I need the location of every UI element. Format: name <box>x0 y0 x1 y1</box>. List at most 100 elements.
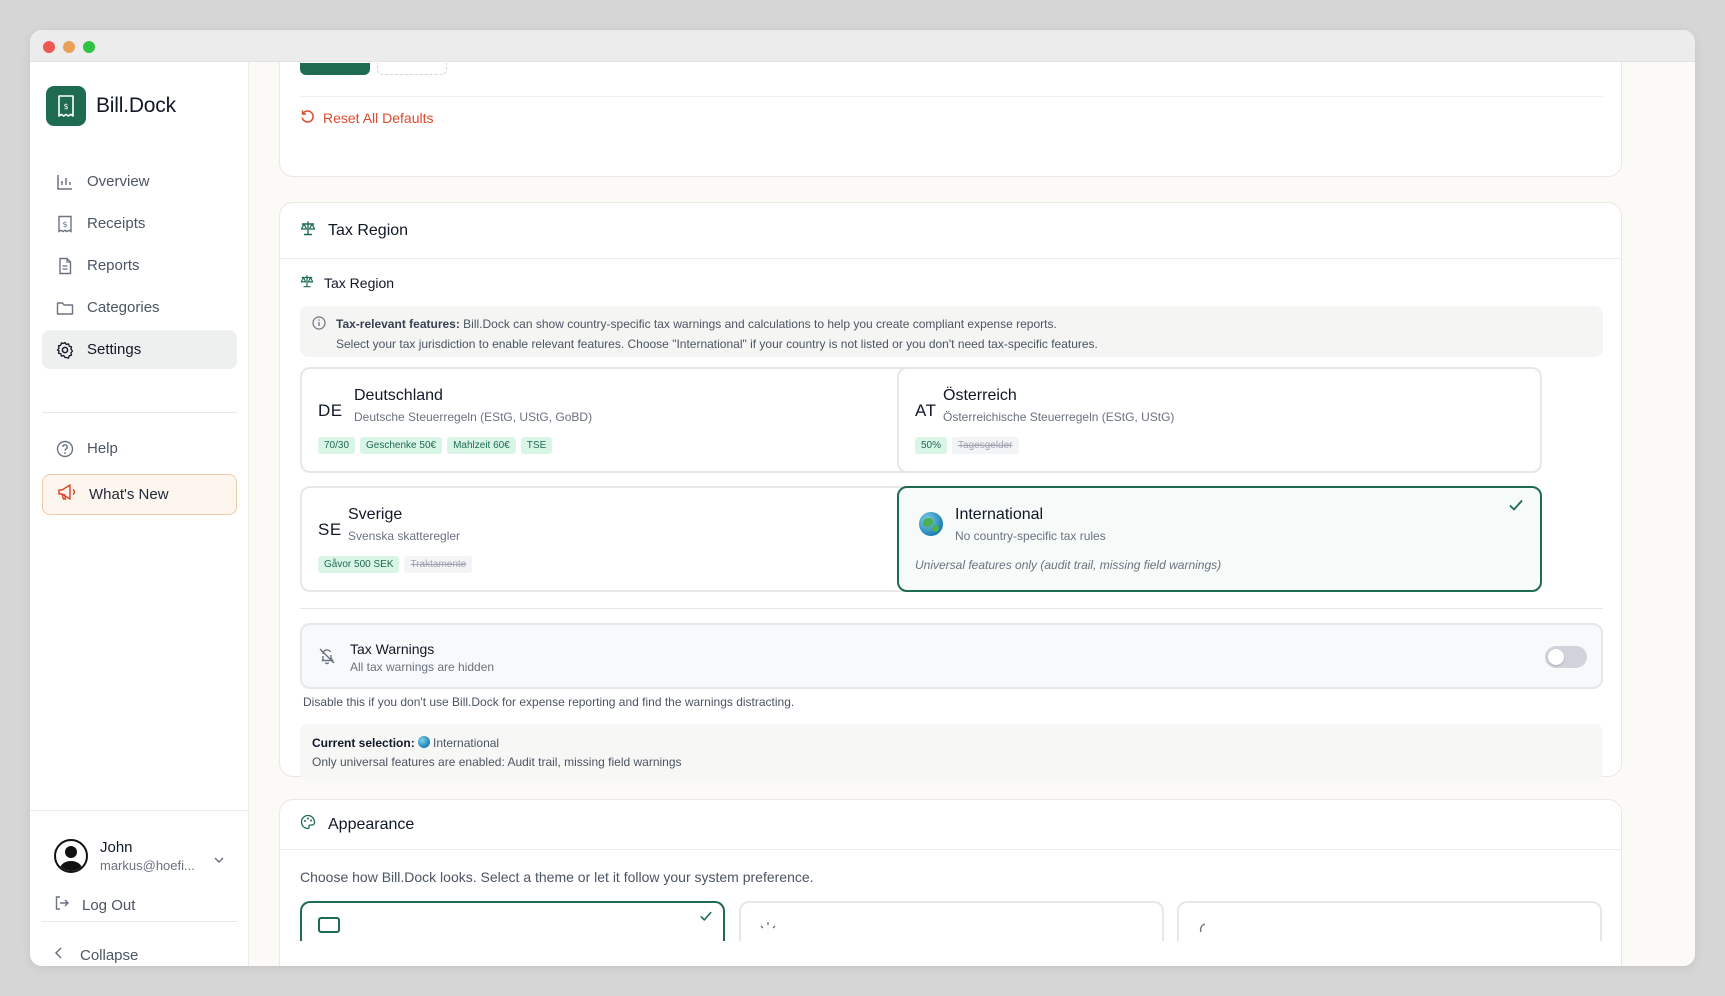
defaults-card: Reset All Defaults <box>279 62 1622 177</box>
svg-text:$: $ <box>62 220 67 229</box>
info-bold: Tax-relevant features: <box>336 317 460 331</box>
whats-new-label: What's New <box>89 486 169 503</box>
whats-new-button[interactable]: What's New <box>42 474 237 515</box>
region-card-international[interactable]: International No country-specific tax ru… <box>897 486 1542 592</box>
user-name: John <box>100 839 133 856</box>
check-icon <box>1508 498 1524 517</box>
tax-warnings-status: All tax warnings are hidden <box>350 660 495 674</box>
close-window-button[interactable] <box>43 41 55 53</box>
palette-icon <box>300 814 316 835</box>
reset-defaults-label: Reset All Defaults <box>323 110 434 126</box>
collapse-button[interactable]: Collapse <box>54 946 138 965</box>
region-desc: No country-specific tax rules <box>955 529 1106 543</box>
gear-icon <box>56 341 74 359</box>
appearance-description: Choose how Bill.Dock looks. Select a the… <box>300 869 814 885</box>
tax-warnings-title: Tax Warnings <box>350 641 435 657</box>
chevron-down-icon[interactable] <box>213 851 225 869</box>
region-code: SE <box>318 520 342 539</box>
region-tags: 70/30 Geschenke 50€ Mahlzeit 60€ TSE <box>318 437 553 454</box>
tax-region-card: Tax Region Tax Region Tax-relevant featu… <box>279 202 1622 780</box>
avatar <box>54 839 88 873</box>
region-tags: Gåvor 500 SEK Traktamente <box>318 556 473 573</box>
region-code: AT <box>915 401 937 420</box>
globe-icon <box>418 736 431 748</box>
folder-icon <box>56 299 74 317</box>
feature-tag: TSE <box>520 437 553 454</box>
brand-name: Bill.Dock <box>96 94 176 117</box>
region-card-de[interactable]: DE Deutschland Deutsche Steuerregeln (ES… <box>300 367 945 473</box>
secondary-defaults-button[interactable] <box>377 63 447 75</box>
receipt-logo-icon: $ <box>46 86 86 126</box>
receipt-icon: $ <box>56 215 74 233</box>
tax-region-header: Tax Region <box>280 203 1621 259</box>
region-name: International <box>955 506 1044 523</box>
user-email: markus@hoefi... <box>100 858 195 873</box>
logout-label: Log Out <box>82 897 136 914</box>
sun-icon <box>759 919 777 937</box>
sidebar-item-receipts[interactable]: $ Receipts <box>42 204 237 243</box>
bar-chart-icon <box>56 173 74 191</box>
feature-tag: 50% <box>915 437 948 454</box>
sidebar-item-label: Overview <box>87 173 150 190</box>
info-line2: Select your tax jurisdiction to enable r… <box>336 337 1098 351</box>
file-icon <box>56 257 74 275</box>
sidebar-divider <box>42 921 237 922</box>
region-tags: 50% Tagesgelder <box>915 437 1019 454</box>
tax-warnings-hint: Disable this if you don't use Bill.Dock … <box>303 695 795 709</box>
sidebar-secondary-nav: Help What's New <box>42 429 237 515</box>
sidebar-divider <box>42 412 237 413</box>
brand[interactable]: $ Bill.Dock <box>46 86 176 126</box>
region-desc: Deutsche Steuerregeln (EStG, UStG, GoBD) <box>354 410 593 424</box>
toggle-knob <box>1548 649 1564 665</box>
settings-content: Reset All Defaults Tax Region Tax Region… <box>249 62 1695 966</box>
tax-region-subheading: Tax Region <box>300 274 394 291</box>
divider <box>300 608 1603 609</box>
chevron-left-icon <box>54 946 64 965</box>
sidebar-item-label: Help <box>87 440 118 457</box>
maximize-window-button[interactable] <box>83 41 95 53</box>
region-card-se[interactable]: SE Sverige Svenska skatteregler Gåvor 50… <box>300 486 945 592</box>
region-desc: Svenska skatteregler <box>348 529 461 543</box>
reset-icon <box>300 109 315 127</box>
card-title: Appearance <box>328 815 415 833</box>
sidebar-item-help[interactable]: Help <box>42 429 237 468</box>
sidebar-item-reports[interactable]: Reports <box>42 246 237 285</box>
user-menu[interactable]: John markus@hoefi... <box>54 839 195 873</box>
reset-defaults-button[interactable]: Reset All Defaults <box>300 109 434 127</box>
region-code: DE <box>318 401 343 420</box>
minimize-window-button[interactable] <box>63 41 75 53</box>
collapse-label: Collapse <box>80 947 139 964</box>
bell-off-icon <box>318 647 336 670</box>
theme-option-sun[interactable] <box>739 901 1164 941</box>
theme-option-moon[interactable] <box>1177 901 1602 941</box>
sidebar-nav: Overview $ Receipts Reports Categories S… <box>42 162 237 372</box>
app-window: $ Bill.Dock Overview $ Receipts Reports … <box>30 30 1695 966</box>
feature-tag: 70/30 <box>318 437 356 454</box>
sidebar-item-overview[interactable]: Overview <box>42 162 237 201</box>
tax-warnings-toggle[interactable] <box>1545 646 1587 668</box>
info-line1: Bill.Dock can show country-specific tax … <box>459 317 1057 331</box>
info-icon <box>312 316 326 336</box>
appearance-card: Appearance Choose how Bill.Dock looks. S… <box>279 799 1622 966</box>
sidebar-item-label: Reports <box>87 257 140 274</box>
sidebar-item-categories[interactable]: Categories <box>42 288 237 327</box>
megaphone-icon <box>57 483 77 506</box>
logout-button[interactable]: Log Out <box>54 895 135 916</box>
tax-info-box: Tax-relevant features: Bill.Dock can sho… <box>300 306 1603 357</box>
feature-tag: Mahlzeit 60€ <box>447 437 516 454</box>
sidebar-item-settings[interactable]: Settings <box>42 330 237 369</box>
svg-text:$: $ <box>63 102 68 111</box>
region-note: Universal features only (audit trail, mi… <box>915 558 1222 572</box>
sidebar-item-label: Categories <box>87 299 160 316</box>
current-label: Current selection: <box>312 736 415 750</box>
region-card-at[interactable]: AT Österreich Österreichische Steuerrege… <box>897 367 1542 473</box>
scale-icon <box>300 220 316 241</box>
region-name: Österreich <box>943 387 1017 404</box>
divider <box>300 96 1603 97</box>
region-name: Deutschland <box>354 387 443 404</box>
help-icon <box>56 440 74 458</box>
theme-option-light[interactable] <box>300 901 725 941</box>
save-defaults-button[interactable] <box>300 63 370 75</box>
region-desc: Österreichische Steuerregeln (EStG, UStG… <box>943 410 1175 424</box>
globe-icon <box>919 512 943 536</box>
